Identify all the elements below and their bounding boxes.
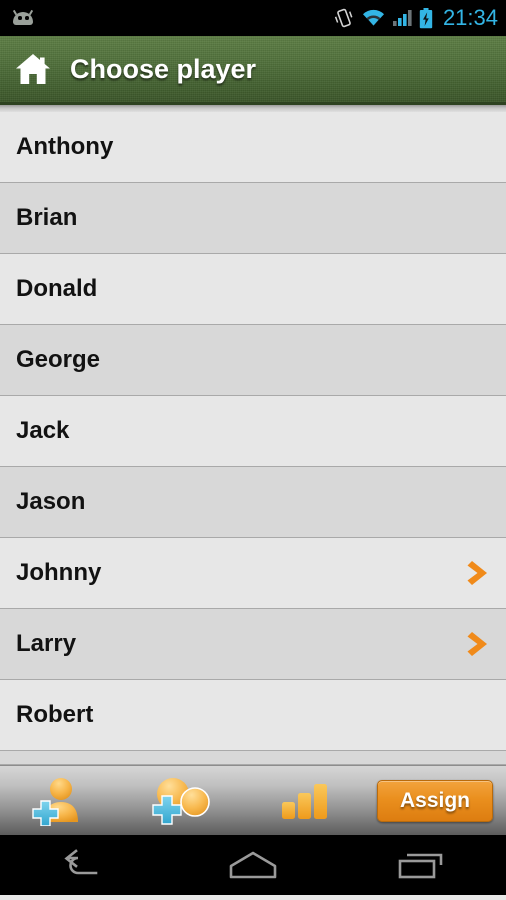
list-item[interactable]: Brian: [0, 183, 506, 254]
list-item-label: Johnny: [16, 559, 102, 586]
list-item-label: Larry: [16, 630, 77, 657]
chevron-right-icon[interactable]: [466, 629, 492, 659]
battery-charging-icon: [419, 7, 433, 28]
add-group-button[interactable]: [118, 766, 246, 835]
add-person-icon: [32, 777, 78, 826]
list-item-label: George: [16, 346, 101, 373]
home-icon[interactable]: [14, 51, 52, 87]
action-bar: Choose player: [0, 36, 506, 102]
list-item[interactable]: [0, 751, 506, 765]
assign-button[interactable]: Assign: [377, 779, 493, 822]
recents-icon: [398, 853, 442, 879]
status-bar-notifications: [10, 9, 333, 26]
nav-home-button[interactable]: [169, 835, 338, 895]
vibrate-icon: [334, 8, 353, 28]
list-item[interactable]: Jack: [0, 396, 506, 467]
chevron-right-icon[interactable]: [466, 558, 492, 588]
bar-chart-icon: [282, 783, 327, 819]
list-item-label: Donald: [16, 275, 98, 302]
android-robot-icon: [10, 9, 36, 26]
status-bar: 21:34: [0, 0, 506, 36]
list-item-label: Brian: [16, 204, 78, 231]
list-item-label: Jack: [16, 417, 70, 444]
add-player-button[interactable]: [0, 766, 118, 835]
list-item[interactable]: Anthony: [0, 112, 506, 183]
action-bar-shadow: [0, 105, 506, 112]
list-item-label: Anthony: [16, 133, 114, 160]
player-list: Anthony Brian Donald George Jack Jason Johnny L…: [0, 112, 506, 765]
app-screen: 21:34 Choose player Anthony Brian Donald Ge…: [0, 0, 506, 900]
list-item[interactable]: Robert: [0, 680, 506, 751]
nav-back-button[interactable]: [0, 835, 169, 895]
list-item[interactable]: Jason: [0, 467, 506, 538]
assign-button-wrap: Assign: [364, 779, 506, 822]
home-icon: [229, 851, 277, 879]
list-item[interactable]: Donald: [0, 254, 506, 325]
status-bar-icons: 21:34: [333, 5, 498, 31]
stats-button[interactable]: [246, 766, 364, 835]
navigation-bar: [0, 835, 506, 895]
list-item[interactable]: Johnny: [0, 538, 506, 609]
list-item[interactable]: George: [0, 325, 506, 396]
list-item-label: Robert: [16, 701, 94, 728]
nav-recents-button[interactable]: [337, 835, 506, 895]
add-group-icon: [152, 777, 210, 825]
status-bar-clock: 21:34: [442, 5, 498, 30]
list-item[interactable]: Larry: [0, 609, 506, 680]
back-icon: [64, 849, 98, 875]
page-title: Choose player: [70, 53, 257, 84]
list-item-label: Jason: [16, 488, 86, 515]
signal-icon: [392, 10, 412, 26]
wifi-icon: [362, 9, 384, 26]
bottom-toolbar: Assign: [0, 765, 506, 835]
